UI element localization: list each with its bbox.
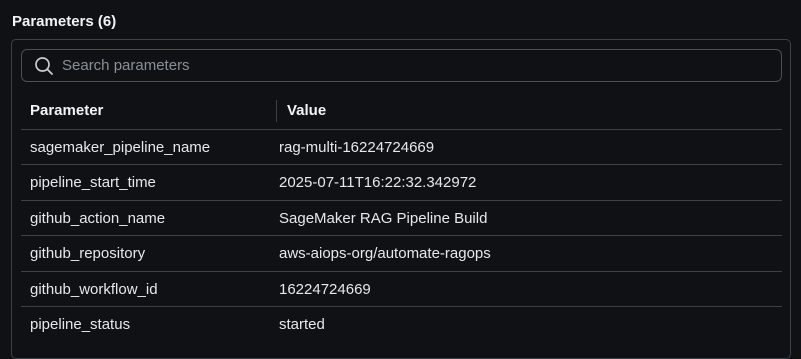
column-header-parameter[interactable]: Parameter: [30, 93, 103, 129]
search-input[interactable]: [62, 50, 762, 81]
table-row: github_repository aws-aiops-org/automate…: [21, 236, 782, 272]
search-icon: [34, 56, 54, 76]
parameter-cell: github_workflow_id: [30, 280, 158, 298]
table-body: sagemaker_pipeline_name rag-multi-162247…: [21, 130, 782, 342]
parameter-cell: github_repository: [30, 245, 146, 263]
value-cell: started: [279, 315, 325, 333]
value-cell: aws-aiops-org/automate-ragops: [279, 245, 491, 263]
table-header: Parameter Value: [21, 93, 782, 130]
section-title: Parameters (6): [12, 13, 117, 30]
parameter-cell: sagemaker_pipeline_name: [30, 139, 211, 156]
search-box[interactable]: [21, 49, 782, 82]
table-row: sagemaker_pipeline_name rag-multi-162247…: [21, 130, 782, 166]
table-row: github_workflow_id 16224724669: [21, 272, 782, 307]
parameter-cell: pipeline_status: [30, 315, 131, 333]
table-row: pipeline_status started: [21, 307, 782, 342]
parameters-panel: Parameter Value sagemaker_pipeline_name …: [11, 39, 791, 359]
value-cell: SageMaker RAG Pipeline Build: [279, 209, 488, 227]
value-cell: 2025-07-11T16:22:32.342972: [279, 174, 477, 192]
column-divider[interactable]: [276, 100, 277, 122]
table-row: github_action_name SageMaker RAG Pipelin…: [21, 201, 782, 237]
table-row: pipeline_start_time 2025-07-11T16:22:32.…: [21, 165, 782, 201]
value-cell: 16224724669: [279, 280, 371, 298]
value-cell: rag-multi-16224724669: [279, 139, 435, 156]
column-header-value[interactable]: Value: [287, 93, 326, 129]
parameter-cell: github_action_name: [30, 209, 166, 227]
parameter-cell: pipeline_start_time: [30, 174, 156, 192]
